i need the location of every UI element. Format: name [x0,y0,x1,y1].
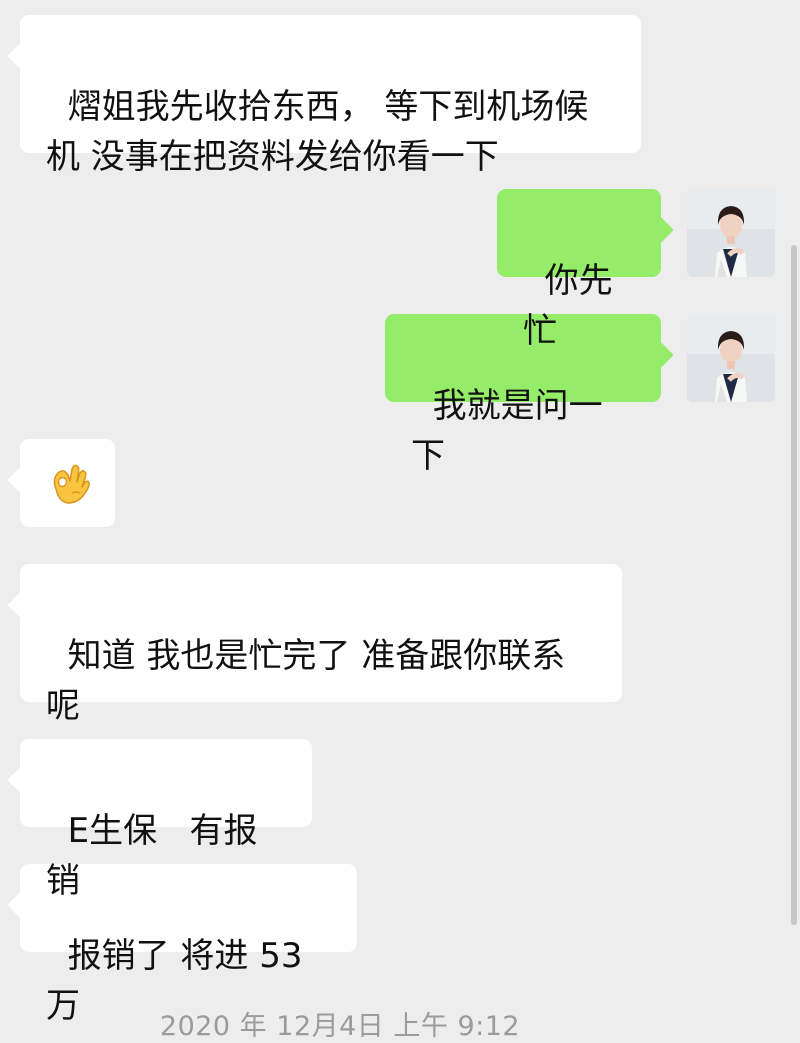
message-bubble-incoming[interactable]: 知道 我也是忙完了 准备跟你联系呢 [20,564,622,726]
message-text: 熠姐我先收拾东西， 等下到机场候机 没事在把资料发给你看一下 [46,87,589,177]
chat-timestamp: 2020 年 12月4日 上午 9:12 [159,1011,521,1042]
message-bubble-incoming[interactable]: E生保 有报销 [20,739,312,901]
message-bubble-incoming[interactable] [20,439,115,527]
message-text: 知道 我也是忙完了 准备跟你联系呢 [46,636,566,726]
scrollbar[interactable] [791,245,797,925]
message-text: 我就是问一下 [411,386,603,476]
avatar-photo-icon [687,314,775,402]
message-bubble-outgoing[interactable]: 你先忙 [497,189,661,351]
avatar[interactable] [687,189,775,277]
avatar[interactable] [687,314,775,402]
avatar-photo-icon [687,189,775,277]
ok-hand-emoji-icon [53,464,90,504]
message-bubble-incoming[interactable]: 熠姐我先收拾东西， 等下到机场候机 没事在把资料发给你看一下 [20,15,641,177]
